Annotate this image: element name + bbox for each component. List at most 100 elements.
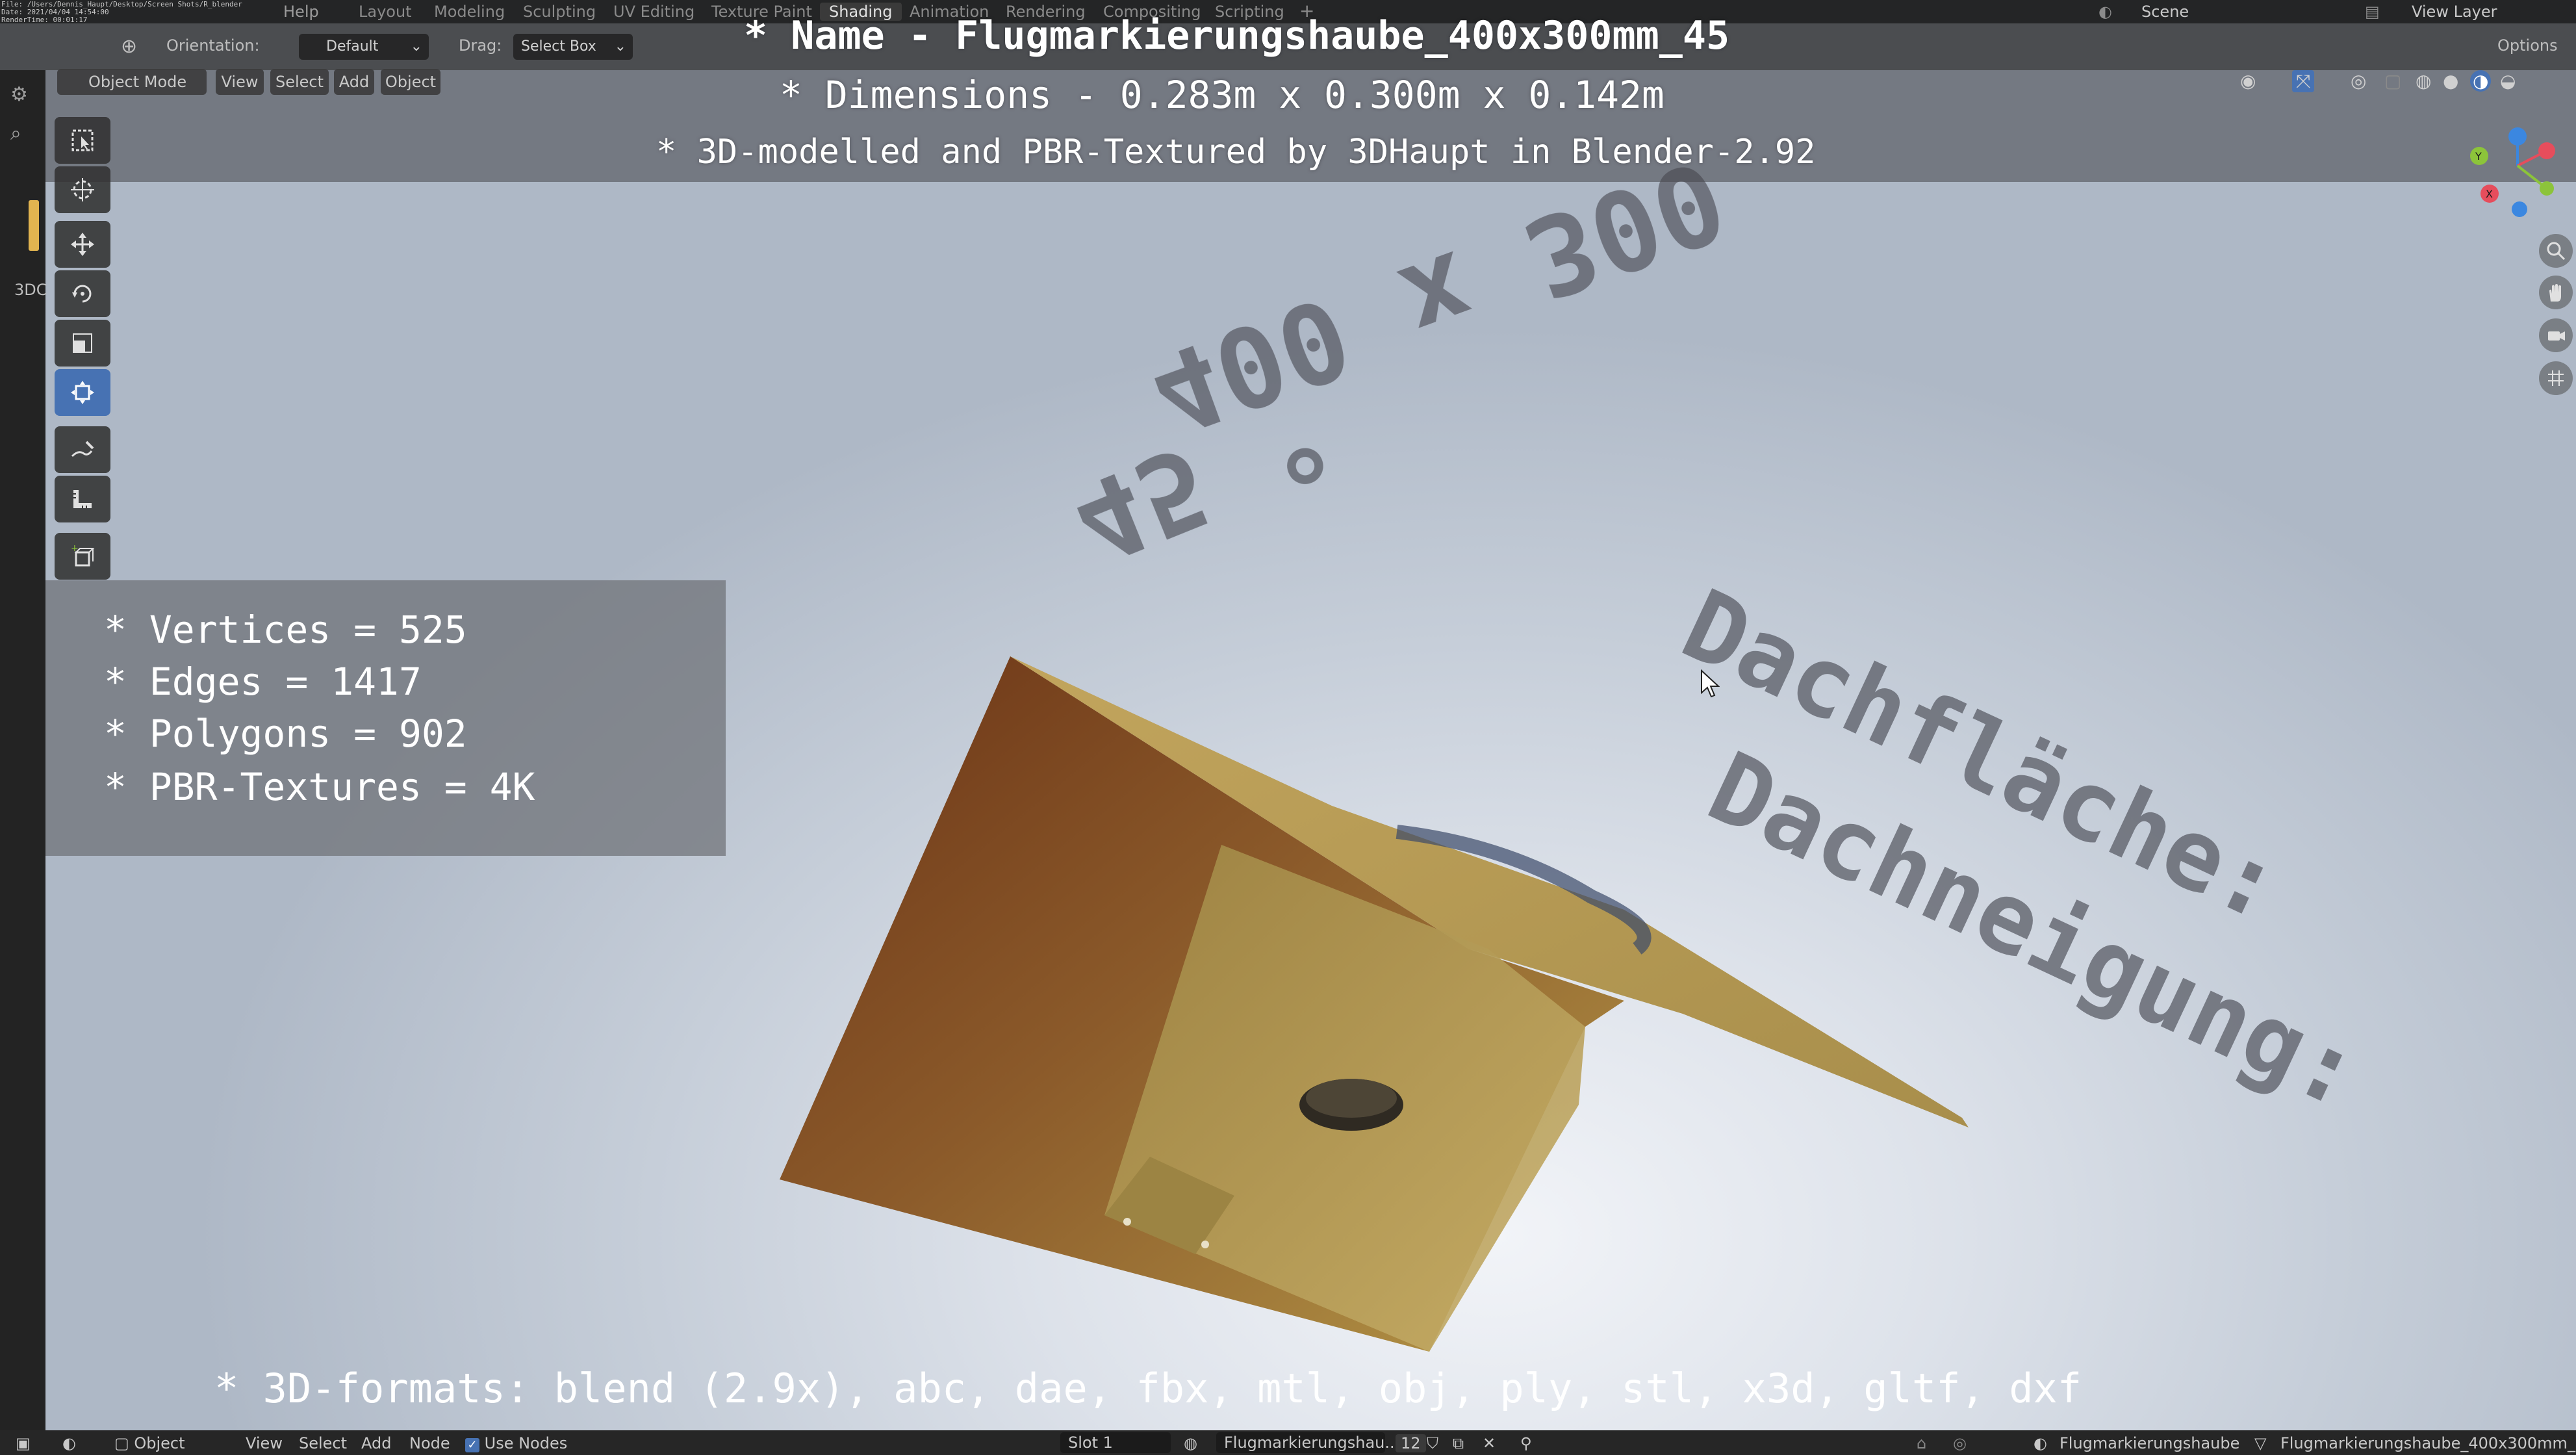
overlay-toggle-icon[interactable]: ◎	[1953, 1434, 1967, 1452]
pin-icon[interactable]: ⚲	[1520, 1434, 1532, 1452]
menu-select[interactable]: Select	[270, 69, 329, 95]
formats-list: blend (2.9x), abc, dae, fbx, mtl, obj, p…	[554, 1365, 2082, 1412]
orientation-value: Default	[326, 38, 379, 55]
navigation-gizmo[interactable]: Y X	[2469, 123, 2566, 221]
transform-orientation-icon[interactable]: ⊕	[121, 35, 137, 58]
visibility-icon[interactable]: ◉	[2240, 70, 2256, 92]
stat-edges: * Edges = 1417	[104, 660, 422, 704]
editor-type-icon[interactable]: ▣	[16, 1434, 31, 1452]
use-nodes-label: Use Nodes	[484, 1434, 568, 1452]
overlay-credit-line: * 3D-modelled and PBR-Textured by 3DHaup…	[656, 133, 1816, 172]
mesh-name[interactable]: Flugmarkierungshaube_400x300mm_45	[2280, 1434, 2576, 1452]
overlay-dimensions-line: * Dimensions - 0.283m x 0.300m x 0.142m	[780, 73, 1664, 117]
menu-add[interactable]: Add	[334, 69, 374, 95]
slot-value: Slot 1	[1068, 1434, 1113, 1452]
object-type-dropdown[interactable]: ▢ Object	[114, 1434, 185, 1452]
overlays-icon[interactable]: ◎	[2351, 70, 2366, 92]
menu-select[interactable]: Select	[299, 1434, 347, 1452]
slot-dropdown[interactable]: Slot 1	[1060, 1432, 1171, 1453]
strip-label: 3DC	[14, 281, 47, 299]
svg-text:+: +	[71, 543, 79, 554]
mode-dropdown[interactable]: Object Mode	[57, 69, 207, 95]
search-icon[interactable]: ⌕	[10, 122, 35, 147]
svg-text:X: X	[2486, 188, 2493, 200]
material-name-field[interactable]: Flugmarkierungshau...	[1216, 1432, 1399, 1453]
drag-label: Drag:	[459, 36, 502, 55]
use-nodes-toggle[interactable]: ✓ Use Nodes	[465, 1434, 567, 1452]
tab-modeling[interactable]: Modeling	[434, 3, 505, 21]
drag-value: Select Box	[521, 38, 596, 55]
cursor-icon[interactable]	[55, 166, 110, 213]
object-name[interactable]: Flugmarkierungshaube	[2060, 1434, 2239, 1452]
stat-polygons: * Polygons = 902	[104, 712, 467, 756]
wireframe-shading-icon[interactable]: ◍	[2416, 70, 2431, 92]
overlay-name-line: * Name - Flugmarkierungshaube_400x300mm_…	[744, 13, 1730, 58]
material-preview-icon[interactable]: ◑	[2470, 70, 2492, 92]
camera-icon[interactable]	[2539, 318, 2573, 352]
gizmo-toggle-icon[interactable]: ⤧	[2292, 70, 2315, 92]
object-icon: ◐	[2034, 1434, 2047, 1452]
axis-z-neg-icon	[2512, 201, 2527, 217]
chevron-down-icon: ⌄	[410, 38, 422, 55]
node-editor-header: ▣ ◐ ▢ Object View Select Add Node ✓ Use …	[0, 1430, 2576, 1455]
left-editor-strip: ⚙ ⌕ 3DC	[0, 70, 47, 1430]
orientation-label: Orientation:	[166, 36, 260, 55]
rotate-icon[interactable]	[55, 270, 110, 317]
menu-add[interactable]: Add	[361, 1434, 391, 1452]
tab-sculpting[interactable]: Sculpting	[523, 3, 596, 21]
duplicate-icon[interactable]: ⧉	[1453, 1434, 1464, 1452]
menu-help[interactable]: Help	[283, 3, 319, 21]
menu-node[interactable]: Node	[409, 1434, 450, 1452]
menu-view[interactable]: View	[246, 1434, 283, 1452]
gear-icon[interactable]: ⚙	[10, 83, 35, 108]
chevron-down-icon: ⌄	[614, 38, 626, 55]
scene-selector-icon[interactable]: ◐	[2098, 3, 2112, 21]
stat-vertices: * Vertices = 525	[104, 608, 467, 652]
rendered-shading-icon[interactable]: ◒	[2500, 70, 2516, 92]
object-type-label: Object	[134, 1434, 185, 1452]
view-layer-icon[interactable]: ▤	[2365, 3, 2380, 21]
select-box-icon[interactable]	[55, 117, 110, 164]
object-type-icon: ▢	[114, 1434, 129, 1452]
mode-value: Object Mode	[88, 73, 187, 91]
user-count[interactable]: 12	[1396, 1434, 1426, 1452]
fake-user-icon[interactable]: ⛉	[1427, 1434, 1438, 1452]
formats-prefix: * 3D-formats:	[214, 1365, 554, 1412]
axis-y-neg-icon	[2540, 181, 2554, 196]
scale-icon[interactable]	[55, 320, 110, 367]
orientation-dropdown[interactable]: Default ⌄	[299, 34, 429, 60]
svg-text:Y: Y	[2475, 150, 2482, 162]
tab-layout[interactable]: Layout	[359, 3, 412, 21]
active-slot-marker	[29, 200, 39, 251]
grid-icon[interactable]	[2539, 361, 2573, 395]
solid-shading-icon[interactable]: ●	[2443, 70, 2458, 92]
zoom-icon[interactable]	[2539, 234, 2573, 268]
snap-icon[interactable]: ⌂	[1917, 1434, 1926, 1452]
menu-object[interactable]: Object	[381, 69, 440, 95]
hand-icon[interactable]	[2539, 276, 2573, 309]
options-menu[interactable]: Options	[2497, 36, 2558, 55]
move-icon[interactable]	[55, 221, 110, 268]
mouse-cursor-icon	[1701, 669, 1720, 698]
annotate-icon[interactable]	[55, 426, 110, 473]
tab-uv-editing[interactable]: UV Editing	[613, 3, 695, 21]
measure-icon[interactable]	[55, 476, 110, 522]
mesh-icon: ▽	[2254, 1434, 2267, 1452]
mesh-stats-panel: * Vertices = 525 * Edges = 1417 * Polygo…	[45, 580, 726, 856]
formats-line: * 3D-formats: blend (2.9x), abc, dae, fb…	[214, 1365, 2082, 1412]
add-cube-icon[interactable]: +	[55, 533, 110, 580]
close-icon[interactable]: ✕	[1483, 1434, 1496, 1452]
editor-shading-icon[interactable]: ◐	[62, 1434, 76, 1452]
axis-x-icon	[2538, 142, 2555, 159]
transform-icon[interactable]	[55, 369, 110, 416]
material-name: Flugmarkierungshau...	[1224, 1434, 1400, 1452]
scene-name[interactable]: Scene	[2141, 3, 2189, 21]
view-layer-name[interactable]: View Layer	[2412, 3, 2497, 21]
axis-z-icon	[2508, 127, 2527, 146]
xray-icon[interactable]: ▢	[2384, 70, 2401, 92]
menu-view[interactable]: View	[216, 69, 264, 95]
checkbox-icon: ✓	[465, 1438, 479, 1452]
drag-dropdown[interactable]: Select Box ⌄	[513, 34, 633, 60]
material-sphere-icon[interactable]: ◍	[1184, 1434, 1197, 1452]
stat-pbr-textures: * PBR-Textures = 4K	[104, 765, 535, 809]
